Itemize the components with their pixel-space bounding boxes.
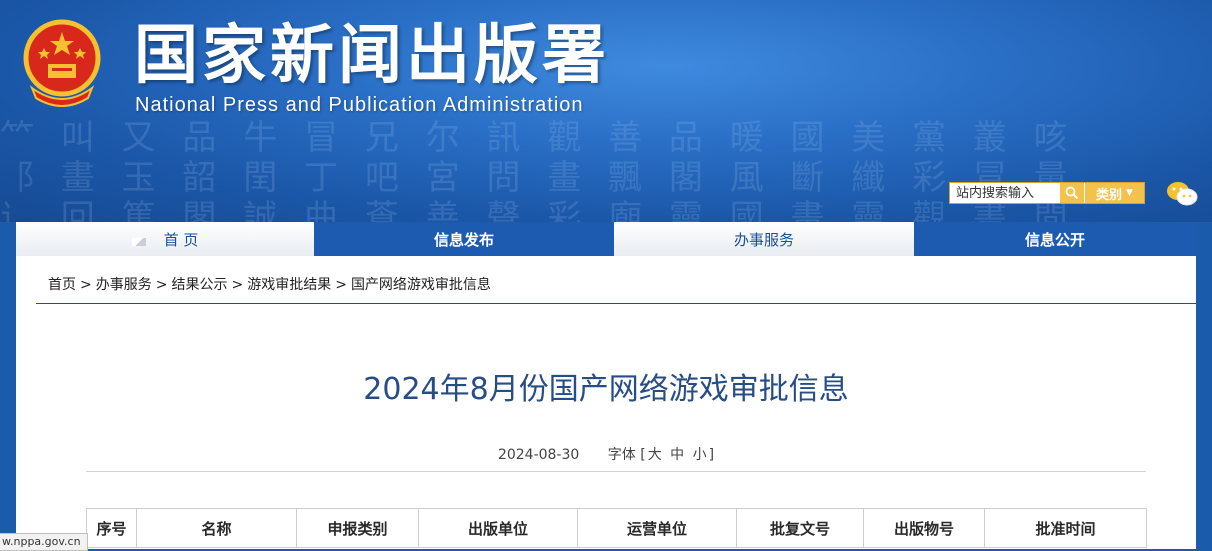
font-size-bracket-close: ] [708,447,715,463]
breadcrumb-services[interactable]: 办事服务 [96,277,152,293]
category-dropdown[interactable]: 类别 ▼ [1084,183,1144,203]
breadcrumb-current[interactable]: 国产网络游戏审批信息 [351,277,491,293]
article-title: 2024年8月份国产网络游戏审批信息 [363,372,849,407]
breadcrumb-game-results[interactable]: 游戏审批结果 [247,277,331,293]
breadcrumb-home[interactable]: 首页 [48,277,76,293]
search-input[interactable] [950,183,1060,203]
nav-info-release-label: 信息发布 [433,230,494,249]
font-size-small[interactable]: 小 [693,447,707,463]
site-search: 类别 ▼ [949,182,1145,204]
col-header-name: 名称 [136,508,297,548]
content-panel: 首页 > 办事服务 > 结果公示 > 游戏审批结果 > 国产网络游戏审批信息 2024年8月份国… [16,256,1196,549]
font-size-large[interactable]: 大 [648,447,662,463]
breadcrumb-results[interactable]: 结果公示 [171,277,227,293]
font-size-label: 字体 [607,447,636,463]
header-banner: ⺮ 叫 又 品 牛 冒 兄 尔 訊 觀 善 品 暖 國 美 黨 叢 咳 ⻏ 畫 … [0,0,1212,222]
article-meta: 2024-08-30 字体 [大 中 小] [16,444,1196,464]
col-header-operator: 运营单位 [577,508,737,548]
meta-divider [86,471,1146,472]
breadcrumb-separator: > [335,277,347,293]
nav-info-release[interactable]: 信息发布 [314,222,614,256]
calligraphy-background: ⺮ 叫 又 品 牛 冒 兄 尔 訊 觀 善 品 暖 國 美 黨 叢 咳 ⻏ 畫 … [0,118,1076,222]
chevron-down-icon: ▼ [1126,188,1133,198]
breadcrumb: 首页 > 办事服务 > 结果公示 > 游戏审批结果 > 国产网络游戏审批信息 [48,274,491,294]
col-header-approval-date: 批准时间 [984,508,1147,548]
wechat-icon[interactable] [1166,180,1198,208]
nav-info-disclosure-label: 信息公开 [1024,230,1085,249]
search-icon [1065,186,1079,200]
breadcrumb-divider [36,303,1196,304]
nav-info-disclosure[interactable]: 信息公开 [914,222,1196,256]
search-button[interactable] [1060,183,1084,203]
col-header-category: 申报类别 [296,508,419,548]
status-bar-url: w.nppa.gov.cn [0,533,88,551]
col-header-approval-no: 批复文号 [736,508,864,548]
table-header-row: 序号 名称 申报类别 出版单位 运营单位 批复文号 出版物号 批准时间 [86,508,1147,548]
publish-date: 2024-08-30 [497,447,580,463]
col-header-publication-no: 出版物号 [863,508,985,548]
national-emblem-icon [23,19,101,107]
home-corner-icon [131,238,146,246]
font-size-medium[interactable]: 中 [670,447,684,463]
font-size-bracket-open: [ [640,447,646,463]
nav-home[interactable]: 首 页 [16,222,314,256]
col-header-index: 序号 [86,508,137,548]
breadcrumb-separator: > [231,277,244,293]
site-title: 国家新闻出版署 [134,19,610,93]
col-header-publisher: 出版单位 [418,508,578,548]
breadcrumb-separator: > [155,277,168,293]
nav-services[interactable]: 办事服务 [614,222,914,256]
breadcrumb-separator: > [80,277,92,293]
category-label: 类别 [1096,187,1123,203]
nav-home-label: 首 页 [163,230,199,249]
main-nav: 首 页 信息发布 办事服务 信息公开 [16,222,1196,256]
nav-services-label: 办事服务 [733,230,794,249]
site-subtitle: National Press and Publication Administr… [135,94,584,116]
approval-table: 序号 名称 申报类别 出版单位 运营单位 批复文号 出版物号 批准时间 [86,508,1147,548]
